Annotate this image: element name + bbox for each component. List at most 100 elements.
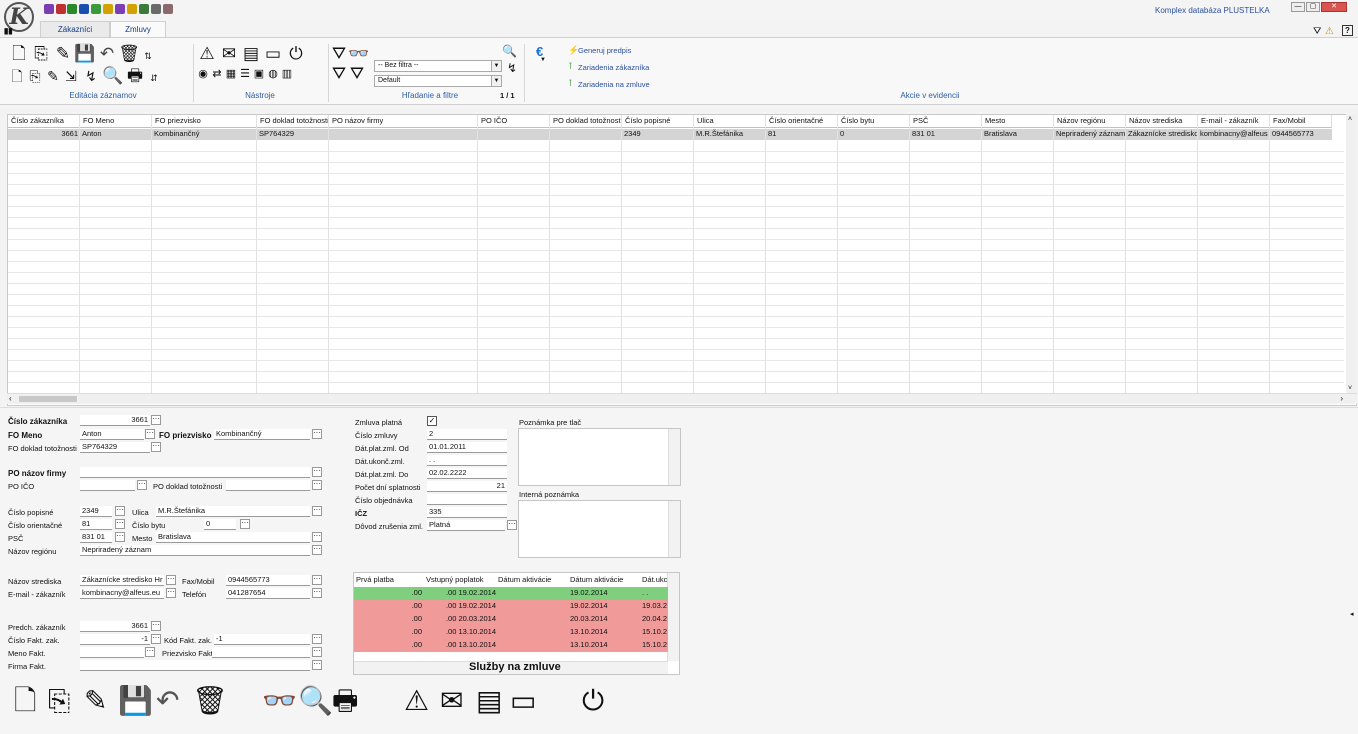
funnel-filled-icon[interactable]: ⛛ [330, 64, 348, 84]
zmluva-do-field[interactable]: 02.02.2222 [427, 468, 507, 479]
po-doklad-field[interactable] [226, 480, 310, 491]
refresh-icon[interactable]: ↯ [80, 66, 102, 86]
service-row[interactable]: .00 .00 19.02.2014 19.02.2014 . . [354, 587, 668, 600]
ellipsis-button[interactable]: ··· [312, 647, 322, 657]
zmluva-icz-field[interactable]: 335 [427, 507, 507, 518]
grid-col-header[interactable]: PO názov firmy [329, 115, 478, 128]
edit-record-icon[interactable]: ✎ [84, 686, 107, 716]
grid-cell[interactable]: Zákaznícke stredisko [1126, 129, 1198, 140]
service-row[interactable]: .00 .00 19.02.2014 19.02.2014 19.03.2 [354, 600, 668, 613]
grid-col-header[interactable]: Názov strediska [1126, 115, 1198, 128]
copy-record-icon[interactable]: ⎘ [48, 686, 70, 716]
services-vscroll[interactable] [667, 573, 679, 661]
scrollbar[interactable] [668, 501, 680, 557]
zmluva-od-field[interactable]: 01.01.2011 [427, 442, 507, 453]
ellipsis-button[interactable]: ··· [166, 588, 176, 598]
device-icon[interactable]: ▤ [240, 44, 262, 64]
records-grid[interactable]: Číslo zákazníka FO Meno FO priezvisko FO do… [7, 114, 1357, 406]
action-generuj-predpis[interactable]: Generuj predpis [578, 46, 631, 55]
laptop-icon[interactable]: ▭ [262, 44, 284, 64]
grid-col-header[interactable]: Číslo bytu [838, 115, 910, 128]
grid-cell[interactable]: 0944565773 [1270, 129, 1332, 140]
laptop-icon[interactable]: ▭ [510, 686, 536, 716]
grid-col-header[interactable]: FO doklad totožnosti [257, 115, 329, 128]
ellipsis-button[interactable]: ··· [115, 532, 125, 542]
cash-icon[interactable] [91, 4, 101, 14]
undo-icon[interactable]: ↶ [156, 686, 179, 716]
import-icon[interactable]: ⇲ [62, 66, 80, 86]
power-icon[interactable]: ⏻ [284, 44, 308, 64]
chevron-down-icon[interactable]: ▼ [540, 57, 546, 63]
priezvisko-fakt-field[interactable] [212, 647, 310, 658]
phone-icon[interactable] [115, 4, 125, 14]
zmluva-platna-checkbox[interactable]: ✓ [427, 416, 437, 426]
cislo-popisne-field[interactable]: 2349 [80, 506, 112, 517]
view-icon[interactable]: ◉ [196, 64, 210, 84]
new-small-icon[interactable]: 🗋 [8, 66, 26, 86]
ellipsis-button[interactable]: ··· [312, 506, 322, 516]
grid-cell[interactable]: 2349 [622, 129, 694, 140]
services-grid[interactable]: Prvá platba Vstupný poplatok Dátum aktiv… [353, 572, 680, 675]
new-record-icon[interactable]: 🗋 [8, 44, 30, 64]
cislo-bytu-field[interactable]: 0 [204, 519, 236, 530]
print-icon[interactable]: 🖶 [124, 66, 146, 86]
col-vstupny-poplatok[interactable]: Vstupný poplatok [426, 575, 484, 584]
fakt-zak-field[interactable]: -1 [80, 634, 150, 645]
service-row[interactable]: .00 .00 13.10.2014 13.10.2014 15.10.2 [354, 639, 668, 652]
ellipsis-button[interactable]: ··· [166, 575, 176, 585]
ellipsis-button[interactable]: ··· [312, 467, 322, 477]
undo-icon[interactable]: ↶ [96, 44, 118, 64]
help-icon[interactable]: ? [1342, 25, 1353, 36]
grid-col-header[interactable]: PSČ [910, 115, 982, 128]
scroll-thumb[interactable] [19, 396, 77, 402]
tab-zmluvy[interactable]: Zmluvy [110, 21, 166, 37]
scroll-down-icon[interactable]: ˅ [1348, 385, 1352, 392]
chevron-down-icon[interactable]: ▼ [491, 61, 501, 71]
tab-zakaznici[interactable]: Zákazníci [40, 21, 110, 37]
euro2-icon[interactable] [127, 4, 137, 14]
ellipsis-button[interactable]: ··· [145, 429, 155, 439]
action-zariadenia-zakaznika[interactable]: Zariadenia zákazníka [578, 63, 649, 72]
email-icon[interactable]: ✉ [440, 686, 463, 716]
scroll-left-icon[interactable]: ‹ [9, 394, 12, 403]
zmluva-dovod-field[interactable]: Platná [427, 520, 505, 531]
power-icon[interactable]: ⏻ [582, 686, 604, 716]
grid-cell[interactable] [478, 129, 550, 140]
service-row[interactable]: .00 .00 20.03.2014 20.03.2014 20.04.2 [354, 613, 668, 626]
email-field[interactable]: kombinacny@alfeus.eu [80, 588, 164, 599]
scroll-right-icon[interactable]: › [1340, 394, 1343, 403]
excel-icon[interactable]: ▣ [252, 64, 266, 84]
grid-col-header[interactable]: E-mail - zákazník [1198, 115, 1270, 128]
grid-col-header[interactable]: Číslo zákazníka [8, 115, 80, 128]
grid-col-header[interactable]: Mesto [982, 115, 1054, 128]
ellipsis-button[interactable]: ··· [312, 480, 322, 490]
cislo-zakaznika-field[interactable]: 3661 [80, 415, 150, 426]
copy-record-icon[interactable]: ⎘ [30, 44, 52, 64]
fo-priezvisko-field[interactable]: Kombinančný [214, 429, 310, 440]
calculator-icon[interactable]: ▥ [280, 64, 294, 84]
sort-icon[interactable]: ⇅ [140, 46, 156, 66]
grid-menu-icon[interactable]: ■■ ■■ [4, 27, 12, 37]
col-dat-ukonc[interactable]: Dát.ukc [642, 575, 667, 584]
grid-col-header[interactable]: PO IČO [478, 115, 550, 128]
ellipsis-button[interactable]: ··· [137, 480, 147, 490]
book-icon[interactable] [79, 4, 89, 14]
ellipsis-button[interactable]: ··· [115, 506, 125, 516]
cislo-orientacne-field[interactable]: 81 [80, 519, 112, 530]
mail-icon[interactable] [56, 4, 66, 14]
ellipsis-button[interactable]: ··· [151, 634, 161, 644]
funnel-icon[interactable]: ⛛ [330, 44, 348, 64]
grid-cell[interactable]: kombinacny@alfeus [1198, 129, 1270, 140]
action-zariadenia-na-zmluve[interactable]: Zariadenia na zmluve [578, 80, 650, 89]
grid-cell[interactable]: Bratislava [982, 129, 1054, 140]
users-icon[interactable] [44, 4, 54, 14]
ellipsis-button[interactable]: ··· [312, 634, 322, 644]
grid-cell[interactable]: Anton [80, 129, 152, 140]
col-prva-platba[interactable]: Prvá platba [356, 575, 394, 584]
psc-field[interactable]: 831 01 [80, 532, 112, 543]
stredisko-field[interactable]: Zákaznícke stredisko Hr [80, 575, 164, 586]
ellipsis-button[interactable]: ··· [507, 520, 517, 530]
people-icon[interactable] [139, 4, 149, 14]
fo-doklad-field[interactable]: SP764329 [80, 442, 150, 453]
zmluva-ukonc-field[interactable]: . . [427, 455, 507, 466]
